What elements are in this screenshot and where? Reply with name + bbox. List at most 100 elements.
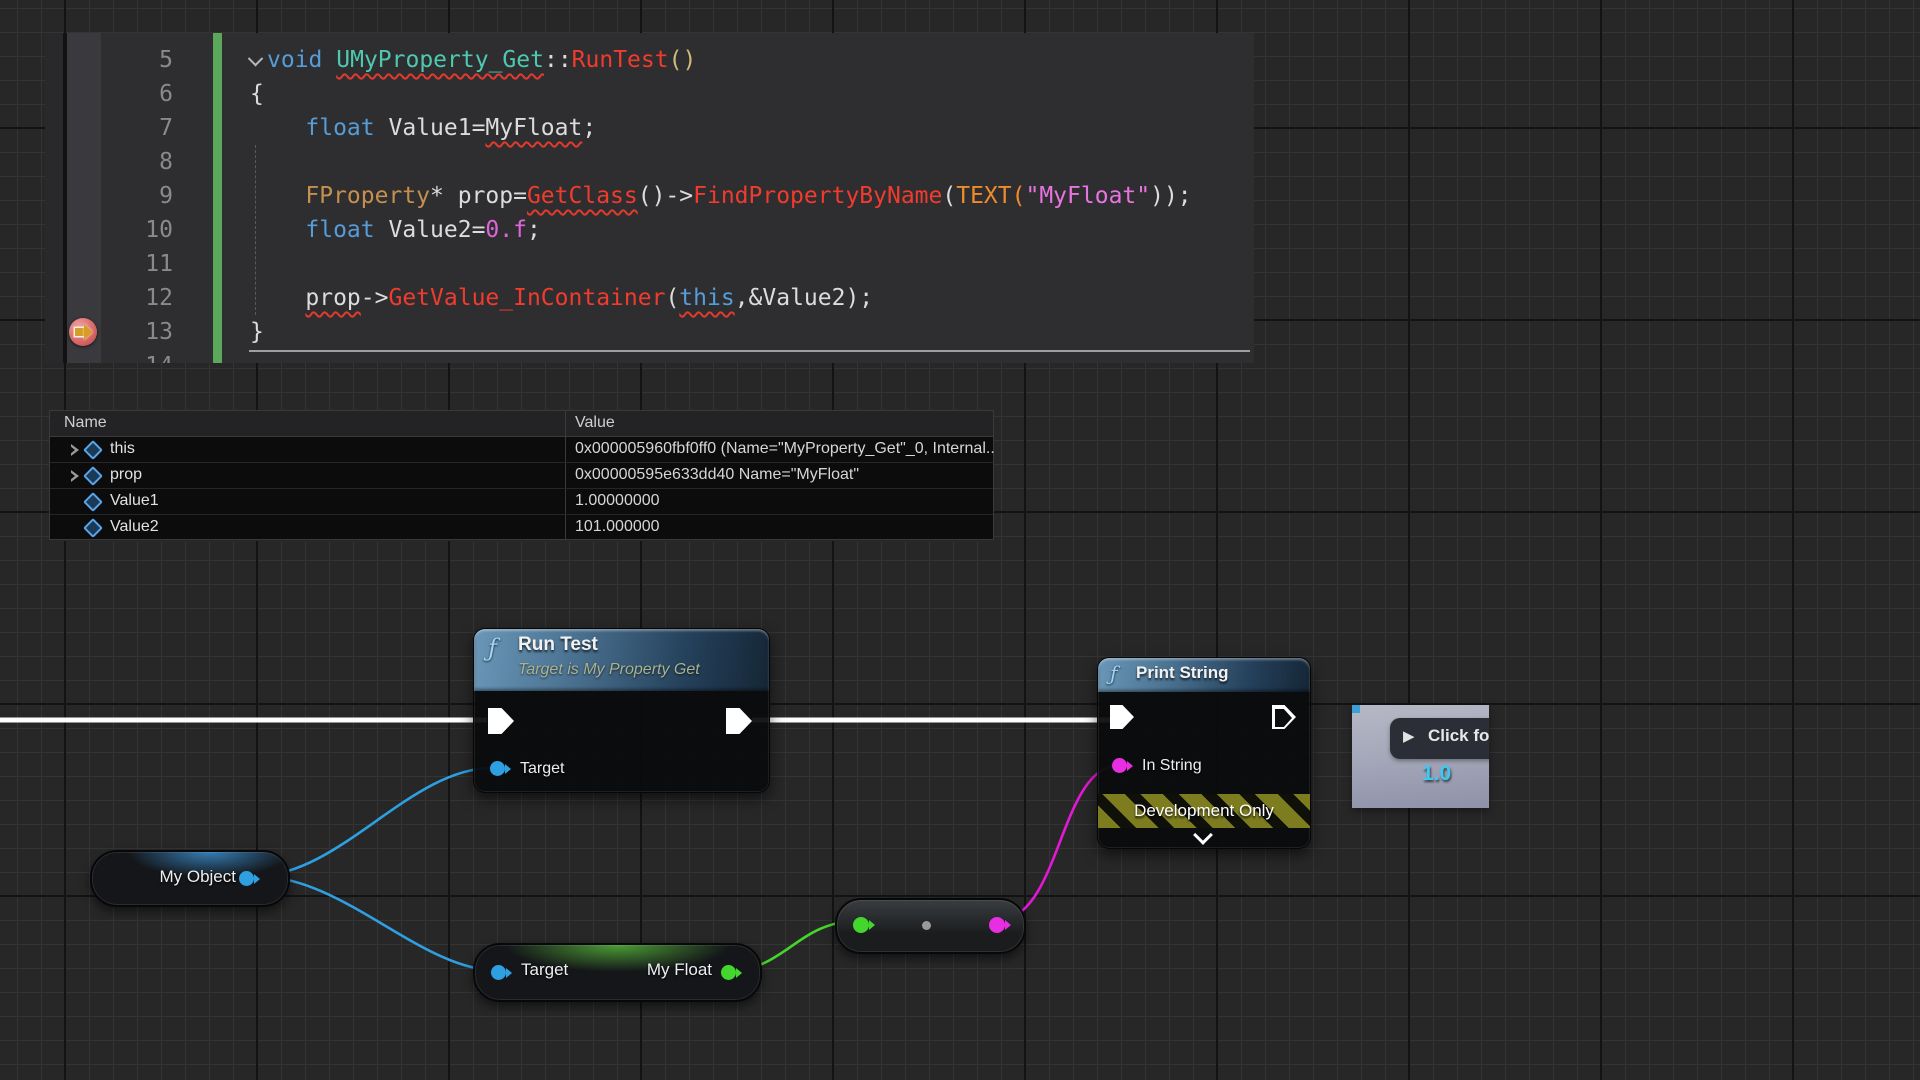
watch-variable-name: Value1 bbox=[110, 492, 159, 510]
code-line[interactable]: prop->GetValue_InContainer(this,&Value2)… bbox=[250, 281, 873, 315]
cursor-icon: ▶ bbox=[1403, 727, 1415, 745]
my-object-output-pin[interactable] bbox=[239, 871, 254, 886]
code-token: ; bbox=[527, 217, 541, 243]
code-token: ( bbox=[942, 183, 956, 209]
current-statement-marker-icon[interactable] bbox=[69, 318, 97, 346]
code-token bbox=[250, 217, 305, 243]
code-token: * prop= bbox=[430, 183, 527, 209]
node-run-test[interactable]: ƒ Run Test Target is My Property Get Tar… bbox=[473, 628, 770, 793]
line-number: 14 bbox=[101, 349, 173, 363]
watch-row[interactable]: Value2101.000000 bbox=[50, 515, 993, 541]
code-line[interactable]: { bbox=[250, 77, 264, 111]
code-token: FindPropertyByName bbox=[693, 183, 942, 209]
code-line[interactable]: void UMyProperty_Get::RunTest() bbox=[250, 43, 696, 77]
node-title: Run Test bbox=[518, 634, 598, 656]
exec-input-pin[interactable] bbox=[1110, 705, 1134, 729]
code-token: this bbox=[679, 285, 734, 311]
exec-output-pin[interactable] bbox=[726, 708, 752, 734]
code-token: float bbox=[305, 115, 374, 141]
code-line[interactable]: float Value2=0.f; bbox=[250, 213, 541, 247]
object-wire-to-runtest-target bbox=[256, 768, 492, 876]
editor-scrollbar[interactable] bbox=[249, 350, 1250, 352]
code-editor-panel[interactable]: 567891011121314 void UMyProperty_Get::Ru… bbox=[45, 33, 1254, 363]
conversion-float-input-pin[interactable] bbox=[853, 917, 869, 933]
conversion-dot-icon bbox=[922, 921, 931, 930]
variable-icon bbox=[83, 466, 103, 486]
in-string-input-pin[interactable] bbox=[1112, 758, 1127, 773]
run-test-header[interactable]: ƒ Run Test Target is My Property Get bbox=[474, 629, 769, 691]
code-token bbox=[250, 285, 305, 311]
expand-arrow-icon[interactable] bbox=[63, 444, 71, 456]
variable-icon bbox=[83, 440, 103, 460]
code-token: :: bbox=[544, 47, 572, 73]
code-token: "MyFloat" bbox=[1025, 183, 1150, 209]
code-token: ()-> bbox=[638, 183, 693, 209]
node-title: Print String bbox=[1136, 663, 1229, 683]
watch-variable-value: 1.00000000 bbox=[575, 492, 660, 510]
getter-target-input-pin[interactable] bbox=[491, 965, 506, 980]
watch-header-row: Name Value bbox=[50, 411, 993, 437]
node-get-my-float[interactable]: Target My Float bbox=[473, 943, 762, 1002]
node-float-to-string-conversion[interactable] bbox=[835, 898, 1026, 954]
code-token: UMyProperty_Get bbox=[336, 47, 544, 73]
line-number: 7 bbox=[101, 111, 173, 145]
code-token: GetClass bbox=[527, 183, 638, 209]
my-object-label: My Object bbox=[159, 867, 236, 887]
watch-header-name: Name bbox=[64, 414, 107, 432]
click-for-label: Click fo bbox=[1428, 726, 1489, 746]
change-tracking-bar bbox=[213, 33, 222, 363]
watch-variable-value: 101.000000 bbox=[575, 518, 660, 536]
breakpoint-margin[interactable] bbox=[67, 33, 101, 363]
node-print-string[interactable]: ƒ Print String In String Development Onl… bbox=[1097, 657, 1311, 849]
object-wire-to-getter-target bbox=[256, 876, 500, 971]
line-number: 5 bbox=[101, 43, 173, 77]
getter-float-output-pin[interactable] bbox=[721, 965, 736, 980]
code-token: } bbox=[250, 319, 264, 345]
debug-value-tooltip: ▶ Click fo 1.0 bbox=[1352, 705, 1489, 808]
exec-input-pin[interactable] bbox=[488, 708, 514, 734]
target-pin-label: Target bbox=[520, 760, 564, 778]
code-token: () bbox=[669, 47, 697, 73]
code-token: ; bbox=[582, 115, 596, 141]
code-token: TEXT( bbox=[956, 183, 1025, 209]
line-number: 10 bbox=[101, 213, 173, 247]
code-token: FProperty bbox=[305, 183, 430, 209]
watch-row[interactable]: this0x000005960fbf0ff0 (Name="MyProperty… bbox=[50, 437, 993, 463]
development-only-banner: Development Only bbox=[1098, 794, 1310, 828]
expand-chevron-icon[interactable] bbox=[1196, 828, 1210, 847]
code-token bbox=[250, 183, 305, 209]
code-token: -> bbox=[361, 285, 389, 311]
watch-header-value: Value bbox=[575, 414, 615, 432]
debug-value: 1.0 bbox=[1422, 762, 1451, 786]
code-line[interactable]: FProperty* prop=GetClass()->FindProperty… bbox=[250, 179, 1192, 213]
code-line[interactable]: float Value1=MyFloat; bbox=[250, 111, 596, 145]
node-subtitle: Target is My Property Get bbox=[518, 661, 700, 679]
code-token: 0.f bbox=[485, 217, 527, 243]
expand-arrow-icon[interactable] bbox=[63, 470, 71, 482]
line-number: 11 bbox=[101, 247, 173, 281]
target-input-pin[interactable] bbox=[490, 761, 505, 776]
line-number: 13 bbox=[101, 315, 173, 349]
banner-label: Development Only bbox=[1134, 801, 1274, 821]
watch-row[interactable]: prop0x00000595e633dd40 Name="MyFloat" bbox=[50, 463, 993, 489]
function-icon: ƒ bbox=[488, 634, 497, 662]
conversion-string-output-pin[interactable] bbox=[989, 917, 1005, 933]
line-number: 9 bbox=[101, 179, 173, 213]
variable-icon bbox=[83, 492, 103, 512]
code-line[interactable]: } bbox=[250, 315, 264, 349]
exec-output-pin[interactable] bbox=[1272, 705, 1296, 729]
blueprint-graph-canvas[interactable]: ƒ Run Test Target is My Property Get Tar… bbox=[0, 0, 1920, 1080]
watch-row[interactable]: Value1 1.00000000 bbox=[50, 489, 993, 515]
watch-panel[interactable]: Name Value this0x000005960fbf0ff0 (Name=… bbox=[49, 410, 994, 540]
watch-variable-name: prop bbox=[110, 466, 142, 484]
print-string-header[interactable]: ƒ Print String bbox=[1098, 658, 1310, 692]
code-token: prop bbox=[305, 285, 360, 311]
node-my-object[interactable]: My Object bbox=[90, 850, 290, 907]
watch-corner-icon bbox=[1352, 705, 1360, 713]
fold-chevron-icon[interactable] bbox=[248, 51, 264, 67]
line-number: 8 bbox=[101, 145, 173, 179]
watch-variable-name: this bbox=[110, 440, 135, 458]
line-number: 6 bbox=[101, 77, 173, 111]
editor-left-strip bbox=[45, 33, 63, 363]
click-for-button[interactable]: ▶ Click fo bbox=[1390, 718, 1489, 759]
